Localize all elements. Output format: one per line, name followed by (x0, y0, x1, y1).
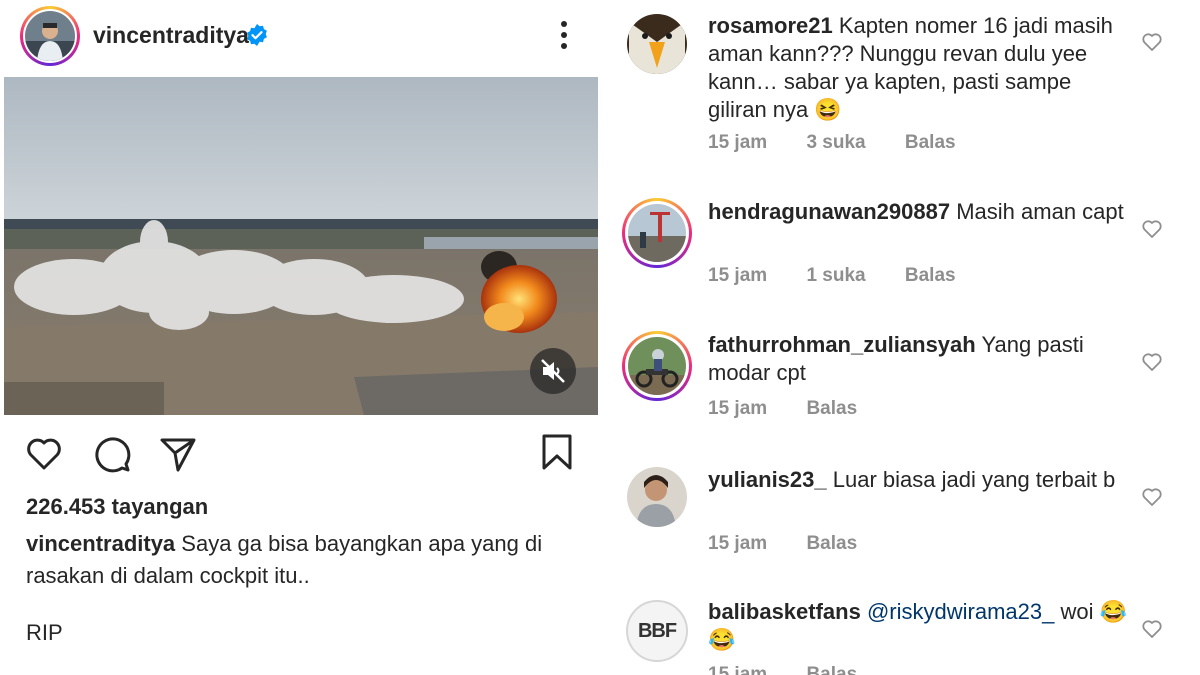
caption-extra: RIP (26, 620, 63, 645)
video-frame (4, 77, 598, 415)
comment-meta: 15 jam 3 suka Balas (708, 132, 990, 154)
comment-time: 15 jam (708, 664, 768, 675)
motorbike-photo (628, 337, 686, 395)
send-icon[interactable] (158, 434, 198, 474)
speaker-muted-icon (541, 359, 565, 383)
heart-icon[interactable] (1141, 351, 1163, 373)
pilot-photo (25, 11, 75, 61)
comment-text: fathurrohman_zuliansyah Yang pasti modar… (708, 331, 1128, 387)
commenter-avatar[interactable]: BBF (626, 600, 688, 662)
comment-meta: 15 jam Balas (708, 533, 891, 555)
comment-username[interactable]: fathurrohman_zuliansyah (708, 332, 976, 357)
commenter-avatar[interactable] (622, 331, 692, 401)
comment-username[interactable]: rosamore21 (708, 13, 833, 38)
comment-meta: 15 jam Balas (708, 664, 891, 675)
post-username[interactable]: vincentraditya (93, 22, 249, 49)
caption-username[interactable]: vincentraditya (26, 531, 175, 556)
reply-button[interactable]: Balas (905, 132, 956, 153)
reply-button[interactable]: Balas (806, 533, 857, 554)
comment-likes[interactable]: 3 suka (806, 132, 865, 153)
eagle-avatar (627, 14, 687, 74)
comment-mention[interactable]: @riskydwirama23_ (867, 599, 1054, 624)
comment-likes[interactable]: 1 suka (806, 265, 865, 286)
comment-text: rosamore21 Kapten nomer 16 jadi masih am… (708, 12, 1128, 124)
comment-time: 15 jam (708, 265, 768, 286)
comments-panel: rosamore21 Kapten nomer 16 jadi masih am… (605, 0, 1200, 675)
comment-body: Masih aman capt (956, 199, 1124, 224)
comment-body: Luar biasa jadi yang terbait b (832, 467, 1116, 492)
heart-icon[interactable] (1141, 486, 1163, 508)
comment-username[interactable]: hendragunawan290887 (708, 199, 950, 224)
reply-button[interactable]: Balas (905, 265, 956, 286)
comment-text: hendragunawan290887 Masih aman capt (708, 198, 1128, 226)
commenter-avatar[interactable] (625, 12, 689, 76)
comment-time: 15 jam (708, 132, 768, 153)
post-panel: vincentraditya 226.453 tayangan vincentr… (0, 0, 605, 675)
verified-badge-icon (247, 24, 267, 46)
post-video[interactable] (4, 77, 598, 415)
more-options-icon[interactable] (552, 18, 576, 52)
commenter-avatar[interactable] (622, 198, 692, 268)
woman-photo (627, 467, 687, 527)
comment-time: 15 jam (708, 398, 768, 419)
avatar-initials: BBF (637, 620, 677, 642)
comment-meta: 15 jam 1 suka Balas (708, 265, 990, 287)
bookmark-icon[interactable] (538, 432, 576, 472)
mute-button[interactable] (530, 348, 576, 394)
comment-text: yulianis23_ Luar biasa jadi yang terbait… (708, 466, 1128, 494)
view-count: 226.453 tayangan (26, 494, 209, 519)
comment-meta: 15 jam Balas (708, 398, 891, 420)
reply-button[interactable]: Balas (806, 664, 857, 675)
comment-username[interactable]: yulianis23_ (708, 467, 827, 492)
heart-icon[interactable] (1141, 218, 1163, 240)
commenter-avatar[interactable] (626, 466, 688, 528)
heart-icon[interactable] (1141, 31, 1163, 53)
reply-button[interactable]: Balas (806, 398, 857, 419)
post-header: vincentraditya (0, 0, 605, 72)
heart-icon[interactable] (24, 434, 64, 474)
post-caption: vincentraditya Saya ga bisa bayangkan ap… (26, 528, 586, 592)
post-author-avatar[interactable] (20, 6, 80, 66)
comment-icon[interactable] (92, 434, 132, 474)
comment-text: balibasketfans @riskydwirama23_ woi 😂😂 (708, 598, 1128, 654)
bridge-photo (628, 204, 686, 262)
comment-time: 15 jam (708, 533, 768, 554)
heart-icon[interactable] (1141, 618, 1163, 640)
comment-username[interactable]: balibasketfans (708, 599, 861, 624)
